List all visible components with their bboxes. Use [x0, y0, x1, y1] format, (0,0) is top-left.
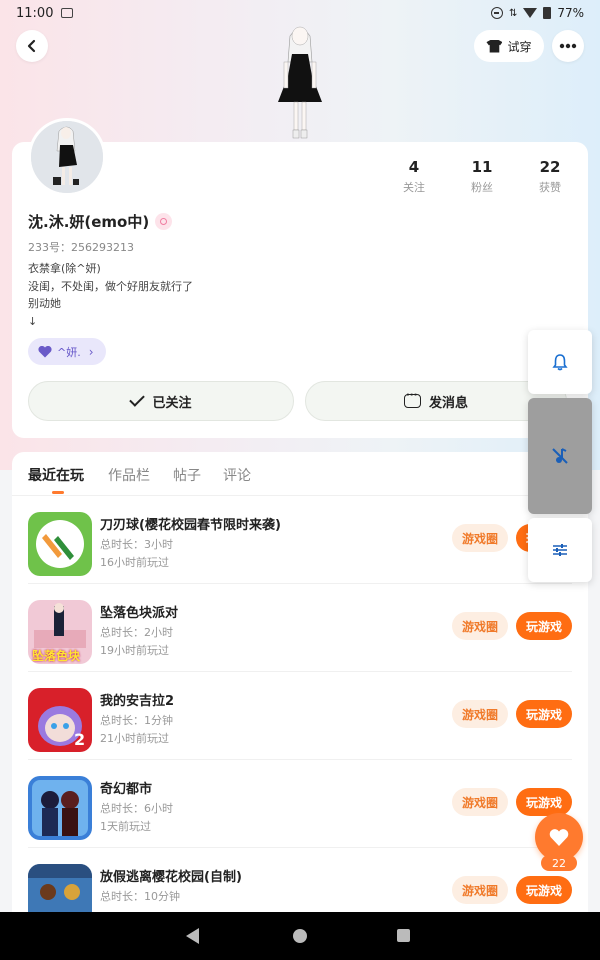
avatar-character-figure[interactable]: [268, 22, 332, 144]
game-circle-button[interactable]: 游戏圈: [452, 612, 508, 640]
relationship-tag[interactable]: ^妍. ›: [28, 338, 106, 365]
do-not-disturb-icon: [490, 7, 503, 19]
stat-followers[interactable]: 11 粉丝: [452, 158, 512, 195]
game-circle-button[interactable]: 游戏圈: [452, 876, 508, 904]
followed-button[interactable]: 已关注: [28, 381, 294, 421]
game-last-played: 19小时前玩过: [100, 644, 169, 657]
game-name: 坠落色块派对: [100, 606, 179, 621]
battery-icon: [543, 7, 552, 19]
stat-followers-label: 粉丝: [471, 181, 493, 194]
play-game-button[interactable]: 玩游戏: [516, 788, 572, 816]
play-game-button[interactable]: 玩游戏: [516, 700, 572, 728]
game-circle-button[interactable]: 游戏圈: [452, 788, 508, 816]
game-name: 放假逃离樱花校园(自制): [100, 870, 242, 885]
bio-line: ↓: [28, 314, 38, 328]
avatar-image: [31, 121, 103, 193]
chevron-left-icon: [27, 39, 36, 53]
tab-indicator: [52, 491, 64, 494]
bio: 衣禁拿(除^妍) 没闺，不处闺，做个好朋友就行了 别动她 ↓: [28, 260, 193, 330]
tab-comments[interactable]: 评论: [223, 465, 251, 485]
try-on-button[interactable]: 试穿: [474, 30, 544, 62]
heart-icon: [38, 346, 52, 358]
game-row[interactable]: 放假逃离樱花校园(自制) 总时长：10分钟 游戏圈 玩游戏: [12, 848, 588, 912]
bio-line: 衣禁拿(除^妍): [28, 262, 101, 275]
wifi-icon: [523, 8, 538, 18]
game-duration: 总时长：2小时: [100, 626, 173, 639]
data-arrows-icon: ⇅: [508, 7, 518, 19]
try-on-label: 试穿: [507, 39, 532, 54]
settings-tune-button[interactable]: [528, 518, 592, 582]
game-name: 奇幻都市: [100, 782, 153, 797]
play-game-button[interactable]: 玩游戏: [516, 612, 572, 640]
more-button[interactable]: [552, 30, 584, 62]
game-row[interactable]: 坠落色块 坠落色块派对 总时长：2小时 19小时前玩过 游戏圈 玩游戏: [12, 584, 588, 672]
bio-line: 别动她: [28, 297, 61, 310]
chat-bubble-icon: [403, 390, 421, 408]
game-icon[interactable]: [28, 864, 92, 912]
send-message-label: 发消息: [428, 395, 468, 411]
game-name: 我的安吉拉2: [100, 694, 175, 709]
game-name: 刀刃球(樱花校园春节限时来袭): [100, 518, 281, 533]
game-duration: 总时长：10分钟: [100, 890, 180, 903]
game-last-played: 16小时前玩过: [100, 556, 169, 569]
nav-home-icon[interactable]: [293, 929, 307, 943]
game-row[interactable]: 奇幻都市 总时长：6小时 1天前玩过 游戏圈 玩游戏: [12, 760, 588, 848]
battery-level: 77%: [557, 6, 584, 20]
game-circle-button[interactable]: 游戏圈: [452, 524, 508, 552]
nav-back-icon[interactable]: [186, 928, 199, 944]
followed-label: 已关注: [152, 395, 192, 411]
game-icon-caption: 2: [74, 730, 86, 749]
tab-recently-played[interactable]: 最近在玩: [28, 465, 84, 485]
mute-button[interactable]: [528, 398, 592, 514]
stat-following[interactable]: 4 关注: [384, 158, 444, 195]
game-icon[interactable]: 坠落色块: [28, 600, 92, 664]
tab-posts[interactable]: 帖子: [173, 465, 201, 485]
game-icon-caption: 坠落色块: [32, 649, 81, 663]
image-notification-icon: [61, 8, 74, 18]
nav-recents-icon[interactable]: [397, 929, 410, 942]
game-circle-button[interactable]: 游戏圈: [452, 700, 508, 728]
music-off-icon: [552, 448, 568, 464]
game-row[interactable]: 2 我的安吉拉2 总时长：1分钟 21小时前玩过 游戏圈 玩游戏: [12, 672, 588, 760]
username-text: 沈.沐.妍(emo中): [28, 213, 150, 231]
play-game-button[interactable]: 玩游戏: [516, 876, 572, 904]
shirt-icon: [486, 39, 503, 53]
game-icon[interactable]: 2: [28, 688, 92, 752]
game-duration: 总时长：1分钟: [100, 714, 173, 727]
stat-following-label: 关注: [403, 181, 425, 194]
status-time: 11:00: [16, 5, 54, 21]
stat-likes-count: 22: [539, 158, 561, 176]
bio-line: 没闺，不处闺，做个好朋友就行了: [28, 279, 193, 293]
stat-likes-label: 获赞: [539, 181, 561, 194]
stat-likes[interactable]: 22 获赞: [520, 158, 580, 195]
more-dots-icon: [559, 43, 577, 49]
like-count-badge: 22: [541, 855, 577, 871]
user-id: 233号：256293213: [28, 241, 134, 254]
username: 沈.沐.妍(emo中): [28, 211, 173, 232]
game-row[interactable]: 刀刃球(樱花校园春节限时来袭) 总时长：3小时 16小时前玩过 游戏圈 玩游戏: [12, 496, 588, 584]
chevron-right-icon: ›: [88, 344, 94, 359]
stat-followers-count: 11: [471, 158, 493, 176]
female-gender-icon: [155, 213, 173, 230]
game-icon[interactable]: [28, 512, 92, 576]
game-icon[interactable]: [28, 776, 92, 840]
game-duration: 总时长：3小时: [100, 538, 173, 551]
game-last-played: 21小时前玩过: [100, 732, 169, 745]
avatar[interactable]: [28, 118, 106, 196]
check-icon: [129, 391, 146, 407]
relationship-tag-label: ^妍.: [57, 345, 81, 359]
notification-bell-button[interactable]: [528, 330, 592, 394]
bell-icon: [552, 354, 568, 371]
like-fab-button[interactable]: [535, 813, 583, 861]
heart-icon: [549, 828, 569, 846]
tune-icon: [553, 544, 567, 556]
tab-works[interactable]: 作品栏: [108, 465, 150, 485]
back-button[interactable]: [16, 30, 48, 62]
game-last-played: 1天前玩过: [100, 820, 151, 833]
game-duration: 总时长：6小时: [100, 802, 173, 815]
stat-following-count: 4: [408, 158, 420, 176]
